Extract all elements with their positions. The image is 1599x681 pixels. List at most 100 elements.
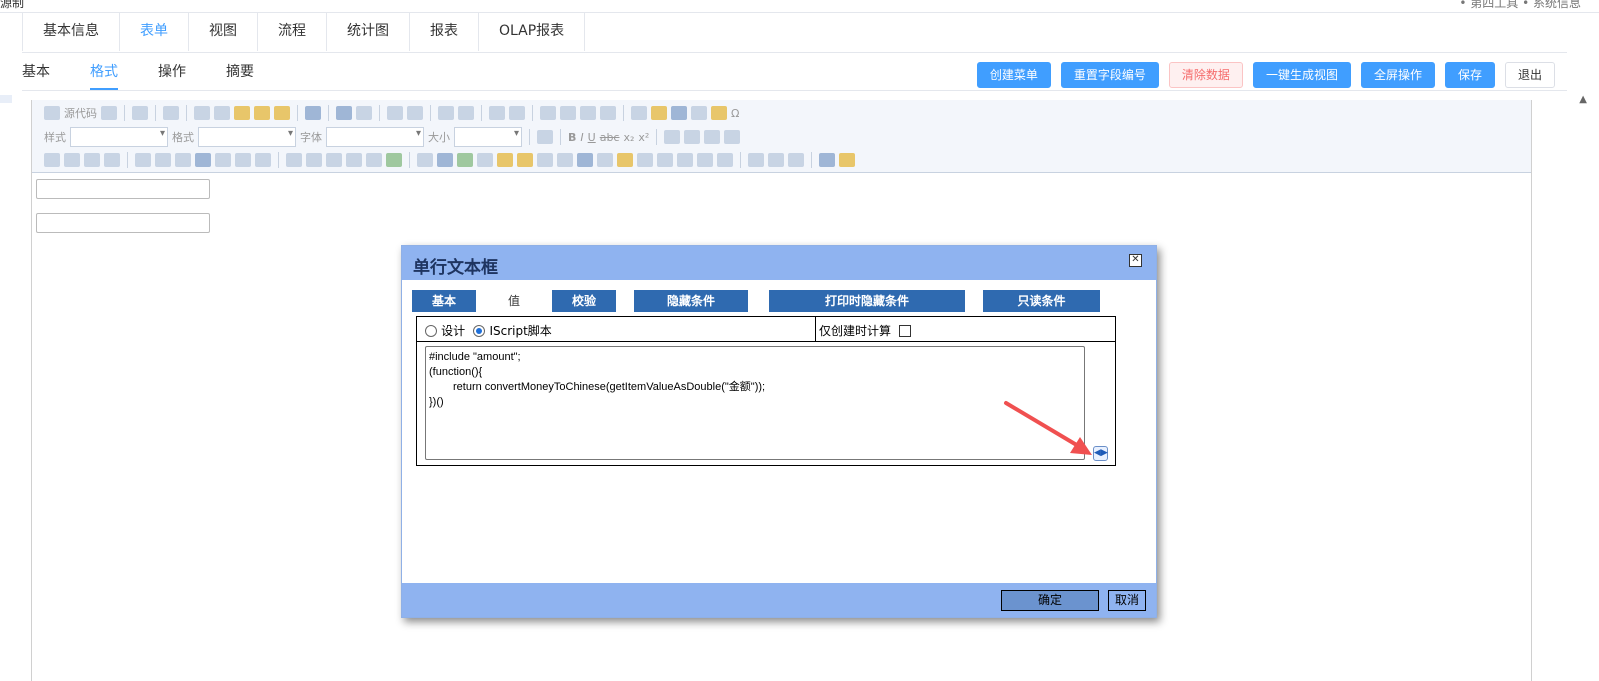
copy-icon[interactable] (214, 106, 230, 120)
subtab-basic[interactable]: 基本 (22, 58, 50, 90)
tab-flow[interactable]: 流程 (258, 12, 327, 51)
form-text-field-2[interactable] (36, 213, 210, 233)
smiley-icon[interactable] (711, 106, 727, 120)
tree-control-icon[interactable] (215, 153, 231, 167)
indent-icon[interactable] (560, 106, 576, 120)
horizontal-rule-icon[interactable] (691, 106, 707, 120)
clear-data-button[interactable]: 清除数据 (1168, 62, 1243, 88)
layer-control-icon[interactable] (437, 153, 453, 167)
paste-word-icon[interactable] (274, 106, 290, 120)
text-color-icon[interactable] (819, 153, 835, 167)
paste-text-icon[interactable] (254, 106, 270, 120)
ok-button[interactable]: 确定 (1001, 590, 1099, 611)
image-icon[interactable] (631, 106, 647, 120)
table-icon[interactable] (671, 106, 687, 120)
attachment-control-icon[interactable] (306, 153, 322, 167)
only-on-create-checkbox[interactable] (899, 324, 912, 337)
checkbox-control-icon[interactable] (44, 153, 60, 167)
select-control-icon[interactable] (235, 153, 251, 167)
link-icon[interactable] (748, 153, 764, 167)
subscript-icon[interactable]: x₂ (623, 131, 634, 144)
document-icon[interactable] (163, 106, 179, 120)
textarea-control-icon[interactable] (104, 153, 120, 167)
replace-icon[interactable] (407, 106, 423, 120)
list-control-icon[interactable] (255, 153, 271, 167)
button-control-icon[interactable] (286, 153, 302, 167)
font-select[interactable] (326, 127, 424, 147)
bulleted-list-icon[interactable] (509, 106, 525, 120)
number-control-icon[interactable] (657, 153, 673, 167)
image-upload-icon[interactable] (457, 153, 473, 167)
unlink-icon[interactable] (768, 153, 784, 167)
subtab-summary[interactable]: 摘要 (226, 58, 254, 90)
include-control-icon[interactable] (326, 153, 342, 167)
select-all-icon[interactable] (438, 106, 454, 120)
seal-control-icon[interactable] (637, 153, 653, 167)
dtab-value[interactable]: 值 (494, 290, 534, 312)
tab-control-icon[interactable] (386, 153, 402, 167)
iscript-radio[interactable] (473, 324, 486, 337)
date-control-icon[interactable] (155, 153, 171, 167)
frame-control-icon[interactable] (717, 153, 733, 167)
align-center-icon[interactable] (684, 130, 701, 144)
italic-icon[interactable]: I (580, 131, 583, 144)
pen-control-icon[interactable] (417, 153, 433, 167)
photo-control-icon[interactable] (477, 153, 493, 167)
cancel-button[interactable]: 取消 (1108, 590, 1146, 611)
map-control-icon[interactable] (517, 153, 533, 167)
generate-view-button[interactable]: 一键生成视图 (1252, 62, 1351, 88)
dtab-basic[interactable]: 基本 (412, 290, 476, 312)
textfield-control-icon[interactable] (84, 153, 100, 167)
subtab-operation[interactable]: 操作 (158, 58, 186, 90)
source-icon[interactable] (44, 106, 60, 120)
tab-view[interactable]: 视图 (189, 12, 258, 51)
anchor-icon[interactable] (788, 153, 804, 167)
dtab-print-hidden-condition[interactable]: 打印时隐藏条件 (769, 290, 965, 312)
fullscreen-button[interactable]: 全屏操作 (1360, 62, 1435, 88)
subtab-format[interactable]: 格式 (90, 58, 118, 90)
bg-color-icon[interactable] (839, 153, 855, 167)
query-control-icon[interactable] (366, 153, 382, 167)
tab-chart[interactable]: 统计图 (327, 12, 410, 51)
scroll-up-icon[interactable]: ▲ (1579, 94, 1587, 105)
create-menu-button[interactable]: 创建菜单 (976, 62, 1051, 88)
flash-icon[interactable] (651, 106, 667, 120)
eraser-icon[interactable] (458, 106, 474, 120)
direction-icon[interactable] (600, 106, 616, 120)
find-icon[interactable] (387, 106, 403, 120)
align-justify-icon[interactable] (724, 130, 741, 144)
zoom-icon[interactable] (537, 130, 553, 144)
iscript-code-editor[interactable]: #include "amount"; (function(){ return c… (425, 346, 1085, 460)
microphone-control-icon[interactable] (537, 153, 553, 167)
form-text-field-1[interactable] (36, 179, 210, 199)
department-control-icon[interactable] (195, 153, 211, 167)
align-right-icon[interactable] (704, 130, 721, 144)
user-control-icon[interactable] (175, 153, 191, 167)
star-control-icon[interactable] (697, 153, 713, 167)
underline-icon[interactable]: U (588, 131, 596, 144)
tab-report[interactable]: 报表 (410, 12, 479, 51)
radio-control-icon[interactable] (64, 153, 80, 167)
view-control-icon[interactable] (346, 153, 362, 167)
dialog-title-bar[interactable]: 单行文本框 ✕ (402, 246, 1156, 280)
dtab-readonly-condition[interactable]: 只读条件 (983, 290, 1100, 312)
source-button[interactable]: 源代码 (64, 105, 97, 121)
bold-icon[interactable]: B (568, 131, 576, 144)
form-control-1-icon[interactable] (135, 153, 151, 167)
size-select[interactable] (454, 127, 522, 147)
outdent-icon[interactable] (540, 106, 556, 120)
spellcheck-icon[interactable] (305, 106, 321, 120)
style-select[interactable] (70, 127, 168, 147)
paste-icon[interactable] (234, 106, 250, 120)
redo-icon[interactable] (356, 106, 372, 120)
format-select[interactable] (198, 127, 296, 147)
undo-icon[interactable] (336, 106, 352, 120)
top-right-links[interactable]: • 第四工具 • 系统信息 (1459, 0, 1581, 11)
circle-control-icon[interactable] (617, 153, 633, 167)
blockquote-icon[interactable] (580, 106, 596, 120)
superscript-icon[interactable]: x² (638, 131, 649, 144)
save-button[interactable]: 保存 (1444, 62, 1495, 88)
dtab-hidden-condition[interactable]: 隐藏条件 (634, 290, 748, 312)
strikethrough-icon[interactable]: abc (600, 131, 620, 144)
preview-icon[interactable] (132, 106, 148, 120)
